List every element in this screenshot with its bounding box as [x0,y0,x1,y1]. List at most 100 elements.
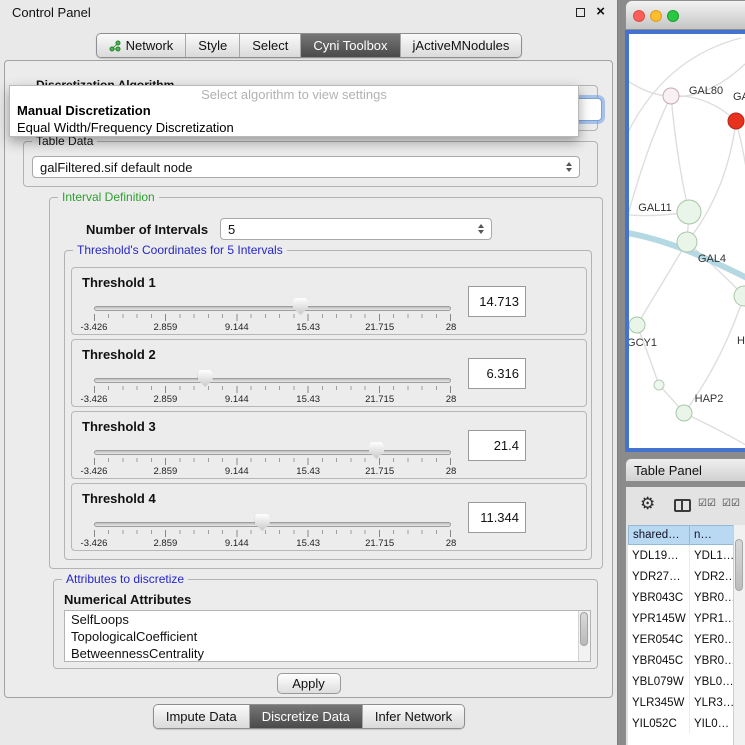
apply-button[interactable]: Apply [277,673,341,694]
network-edge[interactable] [687,121,736,242]
threshold-slider[interactable]: -3.4262.8599.14415.4321.71528 [94,368,451,406]
float-window-icon[interactable] [576,8,585,17]
numerical-attributes-list[interactable]: SelfLoopsTopologicalCoefficientBetweenne… [64,610,591,662]
tab-style[interactable]: Style [185,34,239,57]
tab-label: Cyni Toolbox [313,38,387,53]
network-edge[interactable] [637,242,687,325]
minimize-traffic-icon[interactable] [650,10,662,22]
network-view-window: GAL80GAGAL11GAL4GCY1HHAP2 [625,0,745,452]
threshold-slider[interactable]: -3.4262.8599.14415.4321.71528 [94,440,451,478]
tick-label: 9.144 [225,322,249,333]
table-row[interactable]: YBR045CYBR0… [628,650,734,671]
table-row[interactable]: YER054CYER0… [628,629,734,650]
threshold-value-field[interactable]: 6.316 [468,358,526,389]
table-row[interactable]: YPR145WYPR1… [628,608,734,629]
scrollbar-thumb[interactable] [735,539,743,591]
attribute-list-item[interactable]: TopologicalCoefficient [65,628,590,645]
network-node[interactable] [677,232,697,252]
table-row[interactable]: YDL19…YDL1… [628,545,734,566]
table-row[interactable]: YDR27…YDR2… [628,566,734,587]
cyni-toolbox-panel: Discretization Algorithm Select algorith… [4,60,613,698]
table-scrollbar[interactable] [733,525,745,745]
number-of-intervals-combobox[interactable]: 5 [220,218,492,240]
threshold-box: Threshold 1-3.4262.8599.14415.4321.71528… [71,267,587,335]
slider-tick-labels: -3.4262.8599.14415.4321.71528 [94,538,451,550]
table-panel-window: ⚙ ☑☑ ☑☑ shared… n… YDL19…YDL1…YDR27…YDR2… [625,487,745,745]
network-node-label: GCY1 [629,337,657,349]
attribute-list-item[interactable]: SelfLoops [65,611,590,628]
attribute-list-item[interactable]: BetweennessCentrality [65,645,590,662]
table-row[interactable]: YBR043CYBR0… [628,587,734,608]
algorithm-popup-option[interactable]: Equal Width/Frequency Discretization [10,119,578,136]
table-cell: YER0… [690,629,734,650]
slider-thumb-icon[interactable] [369,442,384,459]
table-cell: YBR0… [690,587,734,608]
network-edge[interactable] [671,96,736,121]
select-rows-icon[interactable]: ☑☑ [722,498,740,509]
column-header-shared-name[interactable]: shared… [628,525,690,545]
network-node[interactable] [734,286,745,306]
table-data-combobox[interactable]: galFiltered.sif default node [32,156,580,178]
network-node[interactable] [629,317,645,333]
tab-label: Impute Data [166,709,237,724]
network-edge[interactable] [629,64,745,97]
network-node[interactable] [677,200,701,224]
tick-label: 15.43 [296,466,320,477]
network-node[interactable] [728,113,744,129]
network-edge[interactable] [684,413,745,448]
columns-icon[interactable] [674,499,691,512]
network-canvas[interactable]: GAL80GAGAL11GAL4GCY1HHAP2 [629,34,745,448]
tick-label: 21.715 [365,466,394,477]
tick-label: 9.144 [225,466,249,477]
threshold-box: Threshold 2-3.4262.8599.14415.4321.71528… [71,339,587,407]
tab-impute-data[interactable]: Impute Data [154,705,249,728]
threshold-value-field[interactable]: 21.4 [468,430,526,461]
network-node[interactable] [654,380,664,390]
tab-infer-network[interactable]: Infer Network [362,705,464,728]
slider-thumb-icon[interactable] [293,298,308,315]
tab-jactivemnodules[interactable]: jActiveMNodules [400,34,522,57]
tab-network[interactable]: Network [97,34,186,57]
slider-major-ticks [94,530,451,537]
network-edge[interactable] [736,121,745,296]
stepper-icon [560,162,572,172]
tick-label: 28 [446,322,457,333]
threshold-value-field[interactable]: 11.344 [468,502,526,533]
table-cell: YDR27… [628,566,690,587]
network-node-label: H [737,335,745,347]
table-cell: YBR043C [628,587,690,608]
network-edge[interactable] [629,38,741,174]
column-header-name[interactable]: n… [690,525,734,545]
threshold-box: Threshold 4-3.4262.8599.14415.4321.71528… [71,483,587,551]
tab-select[interactable]: Select [239,34,300,57]
close-traffic-icon[interactable] [633,10,645,22]
table-row[interactable]: YLR345WYLR3… [628,692,734,713]
algorithm-popup-option[interactable]: Manual Discretization [10,102,578,119]
tick-label: 21.715 [365,538,394,549]
window-title: Control Panel [12,5,91,20]
scrollbar-thumb[interactable] [580,612,588,646]
table-cell: YBR045C [628,650,690,671]
attributes-scrollbar[interactable] [578,611,590,661]
table-row[interactable]: YBL079WYBL0… [628,671,734,692]
tab-cyni-toolbox[interactable]: Cyni Toolbox [300,34,399,57]
threshold-slider[interactable]: -3.4262.8599.14415.4321.71528 [94,512,451,550]
zoom-traffic-icon[interactable] [667,10,679,22]
network-edge[interactable] [671,96,689,212]
slider-major-ticks [94,458,451,465]
threshold-value-field[interactable]: 14.713 [468,286,526,317]
threshold-slider[interactable]: -3.4262.8599.14415.4321.71528 [94,296,451,334]
tab-discretize-data[interactable]: Discretize Data [249,705,362,728]
select-columns-icon[interactable]: ☑☑ [698,498,716,509]
table-toolbar: ⚙ ☑☑ ☑☑ [626,487,745,525]
slider-thumb-icon[interactable] [198,370,213,387]
network-node[interactable] [676,405,692,421]
close-window-icon[interactable]: × [596,7,605,17]
slider-thumb-icon[interactable] [255,514,270,531]
network-node[interactable] [663,88,679,104]
network-edge[interactable] [637,325,659,385]
gear-icon[interactable]: ⚙ [640,494,655,514]
slider-tick-labels: -3.4262.8599.14415.4321.71528 [94,322,451,334]
network-window-titlebar [625,0,745,30]
table-row[interactable]: YIL052CYIL0… [628,713,734,734]
